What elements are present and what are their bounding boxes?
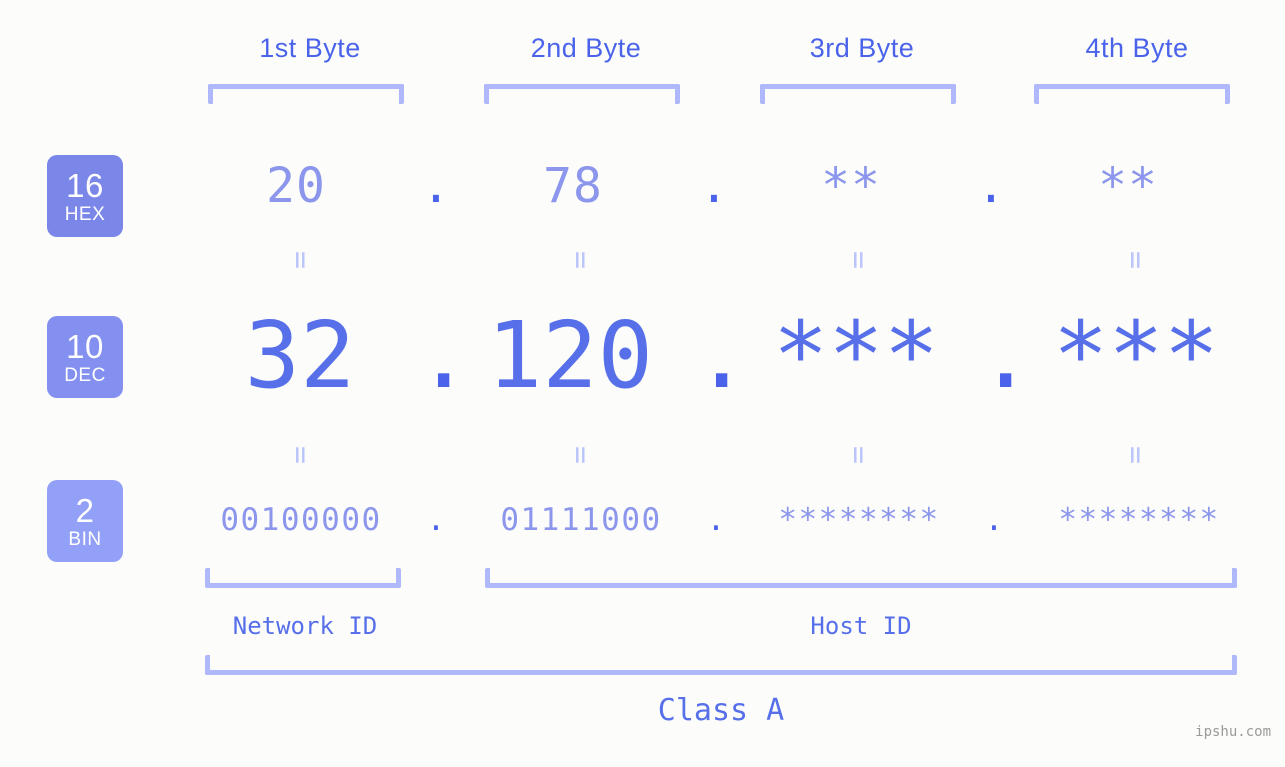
hex-separator-1: . <box>421 158 451 214</box>
dec-byte-3: *** <box>772 302 940 409</box>
dec-separator-2: . <box>694 302 750 409</box>
bin-separator-3: . <box>984 502 1004 538</box>
dec-byte-2: 120 <box>486 302 654 409</box>
hex-byte-1: 20 <box>266 158 326 214</box>
host-id-bracket <box>485 568 1237 588</box>
bin-byte-2: 01111000 <box>500 502 662 538</box>
hex-separator-2: . <box>699 158 729 214</box>
host-id-label: Host ID <box>810 612 912 640</box>
equals-icon-3: = <box>841 250 876 270</box>
bin-value-row: 00100000 . 01111000 . ******** . *******… <box>0 492 1285 548</box>
network-id-label: Network ID <box>232 612 378 640</box>
byte-header-4: 4th Byte <box>1085 33 1189 63</box>
bin-separator-1: . <box>426 502 446 538</box>
hex-byte-2: 78 <box>543 158 603 214</box>
byte-bracket-2 <box>484 84 680 104</box>
dec-separator-1: . <box>416 302 472 409</box>
equals-icon-5: = <box>283 445 318 465</box>
ip-address-breakdown-diagram: 1st Byte 2nd Byte 3rd Byte 4th Byte 16 H… <box>0 0 1285 767</box>
bin-byte-4: ******** <box>1058 502 1220 538</box>
equals-icon-8: = <box>1118 445 1153 465</box>
bin-byte-3: ******** <box>778 502 940 538</box>
bin-byte-1: 00100000 <box>220 502 382 538</box>
hex-byte-4: ** <box>1098 158 1158 214</box>
byte-bracket-1 <box>208 84 404 104</box>
bin-separator-2: . <box>706 502 726 538</box>
byte-header-2: 2nd Byte <box>530 33 642 63</box>
hex-byte-3: ** <box>821 158 881 214</box>
equals-icon-1: = <box>283 250 318 270</box>
byte-header-1: 1st Byte <box>259 33 361 63</box>
equals-icon-2: = <box>563 250 598 270</box>
equals-icon-7: = <box>841 445 876 465</box>
dec-byte-4: *** <box>1052 302 1220 409</box>
class-bracket <box>205 655 1237 675</box>
byte-bracket-4 <box>1034 84 1230 104</box>
dec-byte-1: 32 <box>244 302 356 409</box>
class-label: Class A <box>657 693 785 728</box>
hex-value-row: 20 . 78 . ** . ** <box>0 150 1285 222</box>
equals-icon-6: = <box>563 445 598 465</box>
byte-header-3: 3rd Byte <box>809 33 915 63</box>
network-id-bracket <box>205 568 401 588</box>
byte-bracket-3 <box>760 84 956 104</box>
equals-icon-4: = <box>1118 250 1153 270</box>
dec-value-row: 32 . 120 . *** . *** <box>0 296 1285 416</box>
hex-separator-3: . <box>976 158 1006 214</box>
site-watermark: ipshu.com <box>1195 724 1271 740</box>
dec-separator-3: . <box>978 302 1034 409</box>
